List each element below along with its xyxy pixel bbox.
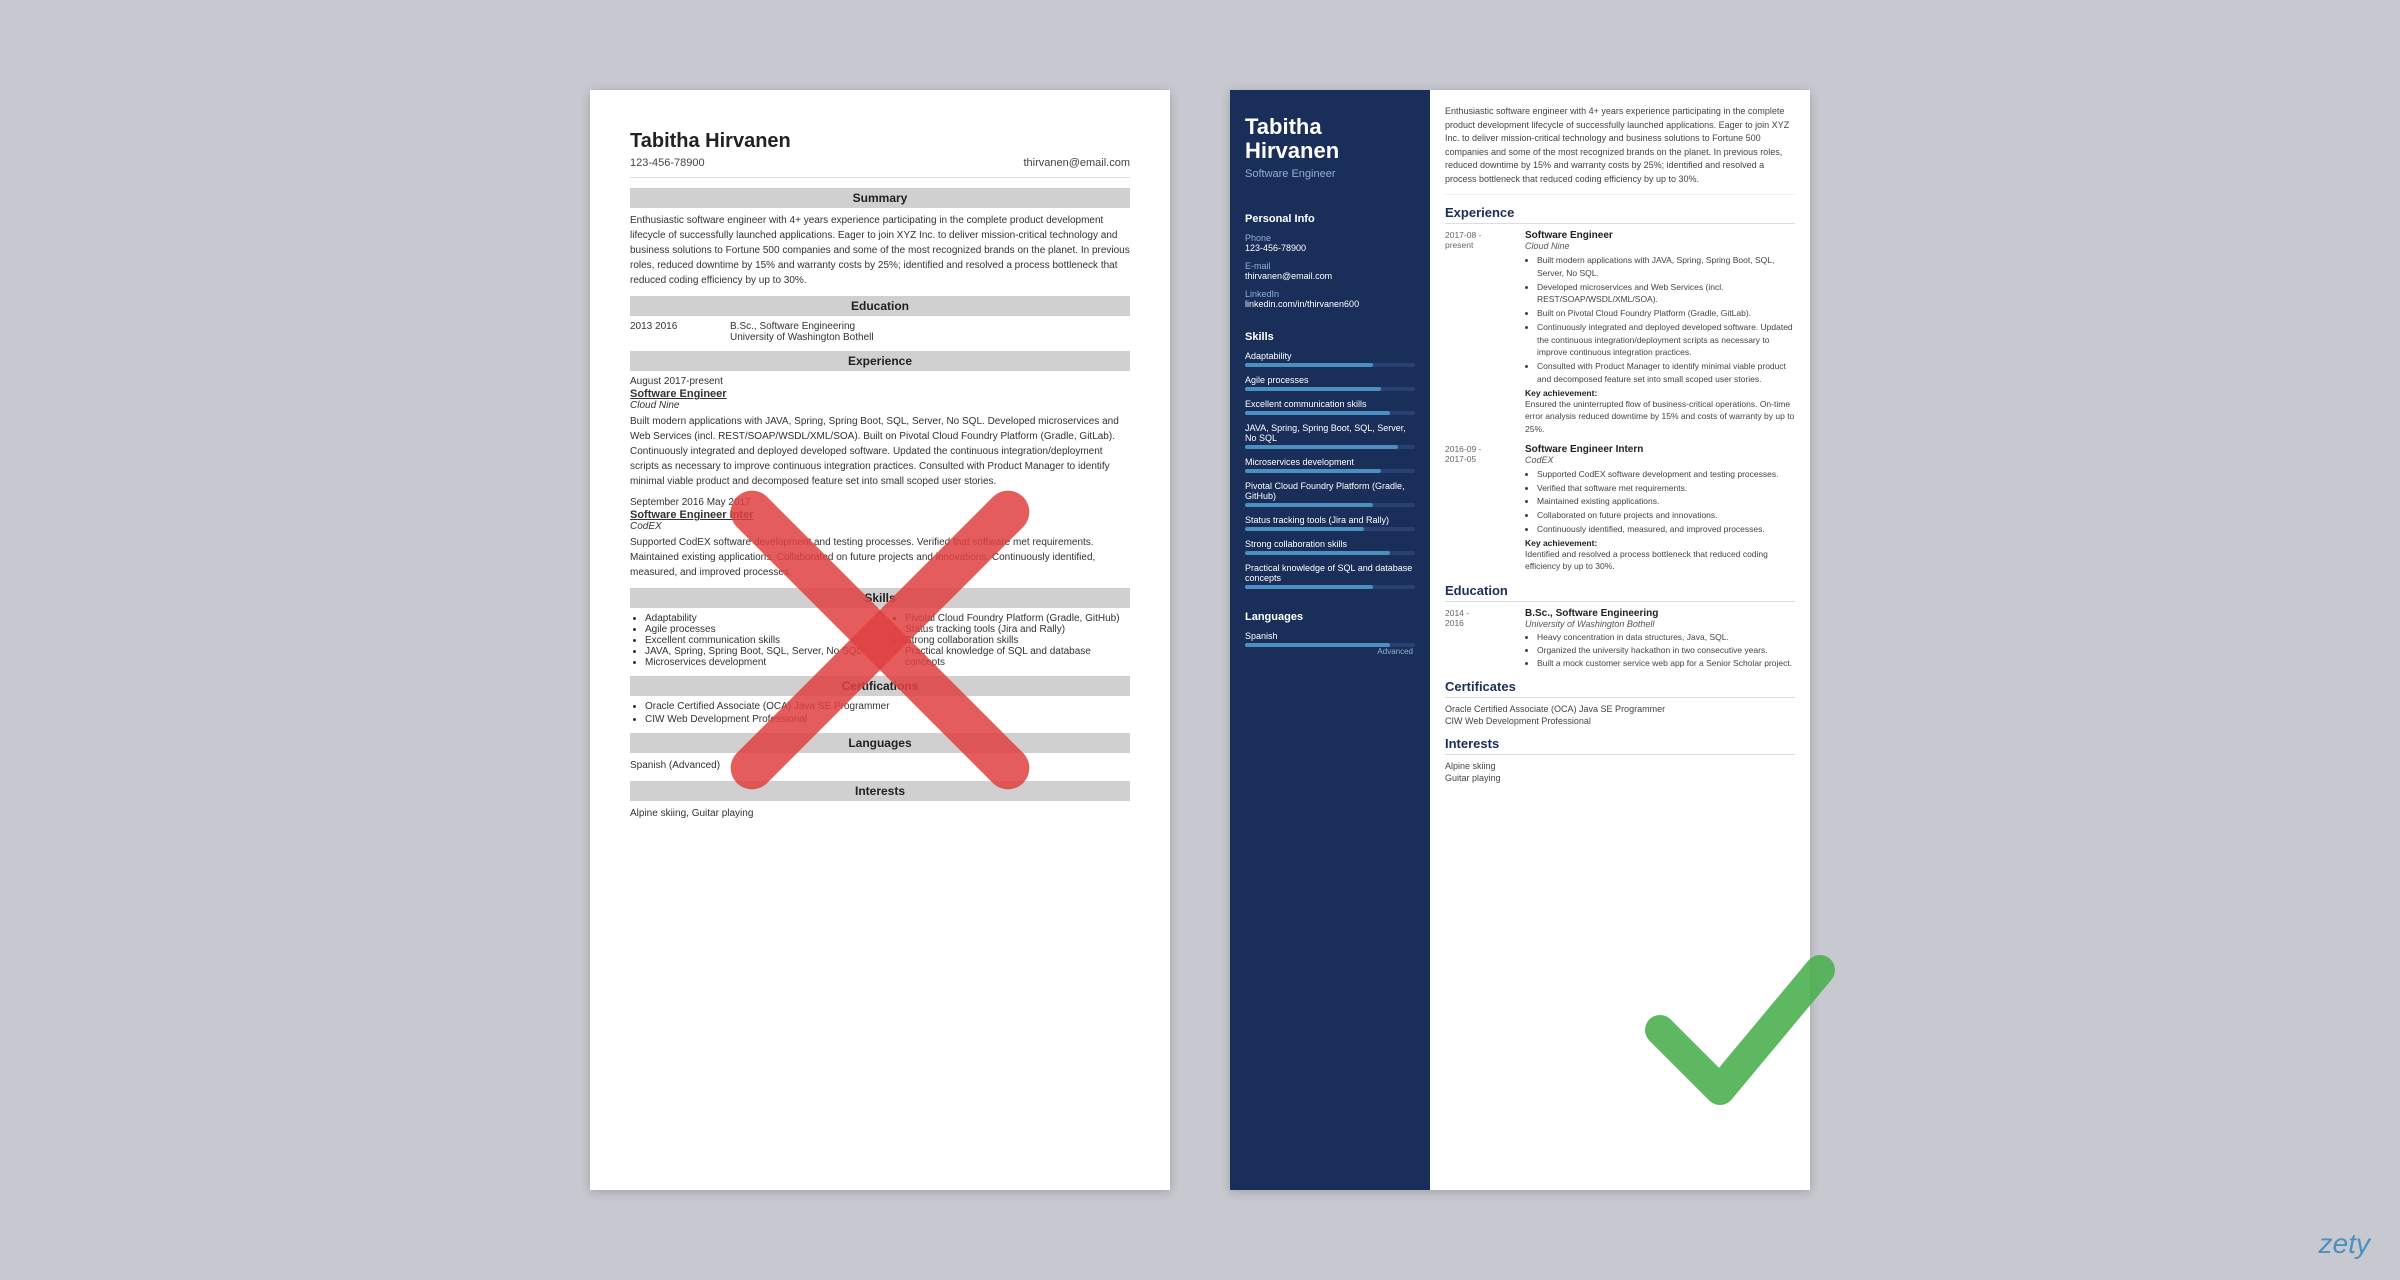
styled-edu-degree-0: B.Sc., Software Engineering (1525, 608, 1795, 619)
plain-contact: 123-456-78900 thirvanen@email.com (630, 157, 1130, 178)
sidebar-email-label: E-mail (1245, 261, 1415, 271)
styled-certificates-title: Certificates (1445, 679, 1795, 698)
plain-interests-text: Alpine skiing, Guitar playing (630, 806, 1130, 821)
plain-job-title-0: Software Engineer (630, 388, 1130, 400)
plain-languages-text: Spanish (Advanced) (630, 758, 1130, 773)
styled-education-title: Education (1445, 583, 1795, 602)
styled-experience-section: Experience 2017-08 - present Software En… (1445, 205, 1795, 573)
styled-exp-bullets-0: Built modern applications with JAVA, Spr… (1525, 254, 1795, 386)
plain-certs-list: Oracle Certified Associate (OCA) Java SE… (630, 701, 1130, 725)
styled-interests-section: Interests Alpine skiing Guitar playing (1445, 736, 1795, 783)
sidebar-skill-0: Adaptability (1230, 347, 1430, 371)
styled-title: Software Engineer (1245, 168, 1415, 180)
plain-email: thirvanen@email.com (1023, 157, 1130, 169)
styled-edu-school-0: University of Washington Bothell (1525, 619, 1795, 629)
plain-job-dates-1: September 2016 May 2017 (630, 497, 1130, 508)
styled-main-content: Enthusiastic software engineer with 4+ y… (1430, 90, 1810, 1190)
styled-edu-0: 2014 - 2016 B.Sc., Software Engineering … (1445, 608, 1795, 669)
sidebar-skill-3: JAVA, Spring, Spring Boot, SQL, Server, … (1230, 419, 1430, 453)
sidebar-personal-label: Personal Info (1230, 205, 1430, 229)
sidebar-phone-label: Phone (1245, 233, 1415, 243)
sidebar-linkedin-item: LinkedIn linkedin.com/in/thirvanen600 (1230, 285, 1430, 313)
plain-interests-title: Interests (630, 781, 1130, 801)
sidebar-skill-6: Status tracking tools (Jira and Rally) (1230, 511, 1430, 535)
plain-summary-title: Summary (630, 188, 1130, 208)
plain-summary-text: Enthusiastic software engineer with 4+ y… (630, 213, 1130, 288)
plain-job-title-1: Software Engineer Inter (630, 509, 1130, 521)
sidebar-phone-value: 123-456-78900 (1245, 243, 1415, 253)
sidebar-skill-4: Microservices development (1230, 453, 1430, 477)
sidebar-email-item: E-mail thirvanen@email.com (1230, 257, 1430, 285)
styled-exp-1: 2016-09 - 2017-05 Software Engineer Inte… (1445, 444, 1795, 573)
sidebar-skills-label: Skills (1230, 323, 1430, 347)
plain-resume: Tabitha Hirvanen 123-456-78900 thirvanen… (590, 90, 1170, 1190)
styled-exp-company-1: CodEX (1525, 455, 1795, 465)
plain-skills-right: Pivotal Cloud Foundry Platform (Gradle, … (890, 613, 1130, 668)
styled-interests-title: Interests (1445, 736, 1795, 755)
styled-experience-title: Experience (1445, 205, 1795, 224)
sidebar-skill-1: Agile processes (1230, 371, 1430, 395)
sidebar-lang-0: Spanish Advanced (1230, 627, 1430, 660)
plain-skills-left: Adaptability Agile processes Excellent c… (630, 613, 870, 668)
plain-skills-grid: Adaptability Agile processes Excellent c… (630, 613, 1130, 668)
plain-job-desc-0: Built modern applications with JAVA, Spr… (630, 414, 1130, 489)
plain-job-dates-0: August 2017-present (630, 376, 1130, 387)
styled-header: Tabitha Hirvanen Software Engineer (1230, 90, 1430, 195)
zety-watermark: zety (2319, 1228, 2370, 1260)
styled-exp-bullets-1: Supported CodEX software development and… (1525, 468, 1795, 536)
plain-job-desc-1: Supported CodEX software development and… (630, 535, 1130, 580)
plain-phone: 123-456-78900 (630, 157, 705, 169)
styled-sidebar: Tabitha Hirvanen Software Engineer Perso… (1230, 90, 1430, 1190)
styled-education-section: Education 2014 - 2016 B.Sc., Software En… (1445, 583, 1795, 669)
plain-exp-item-0: August 2017-present Software Engineer Cl… (630, 376, 1130, 489)
plain-experience-title: Experience (630, 351, 1130, 371)
styled-summary: Enthusiastic software engineer with 4+ y… (1445, 105, 1795, 195)
styled-resume-wrapper: Tabitha Hirvanen Software Engineer Perso… (1230, 90, 1810, 1190)
plain-certs-title: Certifications (630, 676, 1130, 696)
styled-certificates-section: Certificates Oracle Certified Associate … (1445, 679, 1795, 726)
sidebar-email-value: thirvanen@email.com (1245, 271, 1415, 281)
plain-skills-title: Skills (630, 588, 1130, 608)
plain-name: Tabitha Hirvanen (630, 130, 1130, 153)
sidebar-skill-7: Strong collaboration skills (1230, 535, 1430, 559)
plain-job-company-1: CodEX (630, 521, 1130, 532)
plain-edu-degree: B.Sc., Software Engineering (730, 321, 874, 332)
sidebar-phone-item: Phone 123-456-78900 (1230, 229, 1430, 257)
page-container: Tabitha Hirvanen 123-456-78900 thirvanen… (550, 50, 1850, 1230)
sidebar-skill-5: Pivotal Cloud Foundry Platform (Gradle, … (1230, 477, 1430, 511)
plain-edu-details: B.Sc., Software Engineering University o… (730, 321, 874, 343)
plain-edu-item: 2013 2016 B.Sc., Software Engineering Un… (630, 321, 1130, 343)
sidebar-skill-2: Excellent communication skills (1230, 395, 1430, 419)
sidebar-linkedin-value: linkedin.com/in/thirvanen600 (1245, 299, 1415, 309)
styled-resume: Tabitha Hirvanen Software Engineer Perso… (1230, 90, 1810, 1190)
sidebar-skill-8: Practical knowledge of SQL and database … (1230, 559, 1430, 593)
plain-job-company-0: Cloud Nine (630, 400, 1130, 411)
styled-exp-title-0: Software Engineer (1525, 230, 1795, 241)
styled-exp-0: 2017-08 - present Software Engineer Clou… (1445, 230, 1795, 436)
plain-education-title: Education (630, 296, 1130, 316)
plain-exp-item-1: September 2016 May 2017 Software Enginee… (630, 497, 1130, 580)
styled-name: Tabitha Hirvanen (1245, 115, 1415, 163)
styled-edu-bullets-0: Heavy concentration in data structures, … (1525, 631, 1795, 669)
sidebar-linkedin-label: LinkedIn (1245, 289, 1415, 299)
plain-edu-school: University of Washington Bothell (730, 332, 874, 343)
sidebar-languages-label: Languages (1230, 603, 1430, 627)
plain-edu-dates: 2013 2016 (630, 321, 710, 343)
styled-exp-title-1: Software Engineer Intern (1525, 444, 1795, 455)
plain-languages-title: Languages (630, 733, 1130, 753)
styled-exp-company-0: Cloud Nine (1525, 241, 1795, 251)
